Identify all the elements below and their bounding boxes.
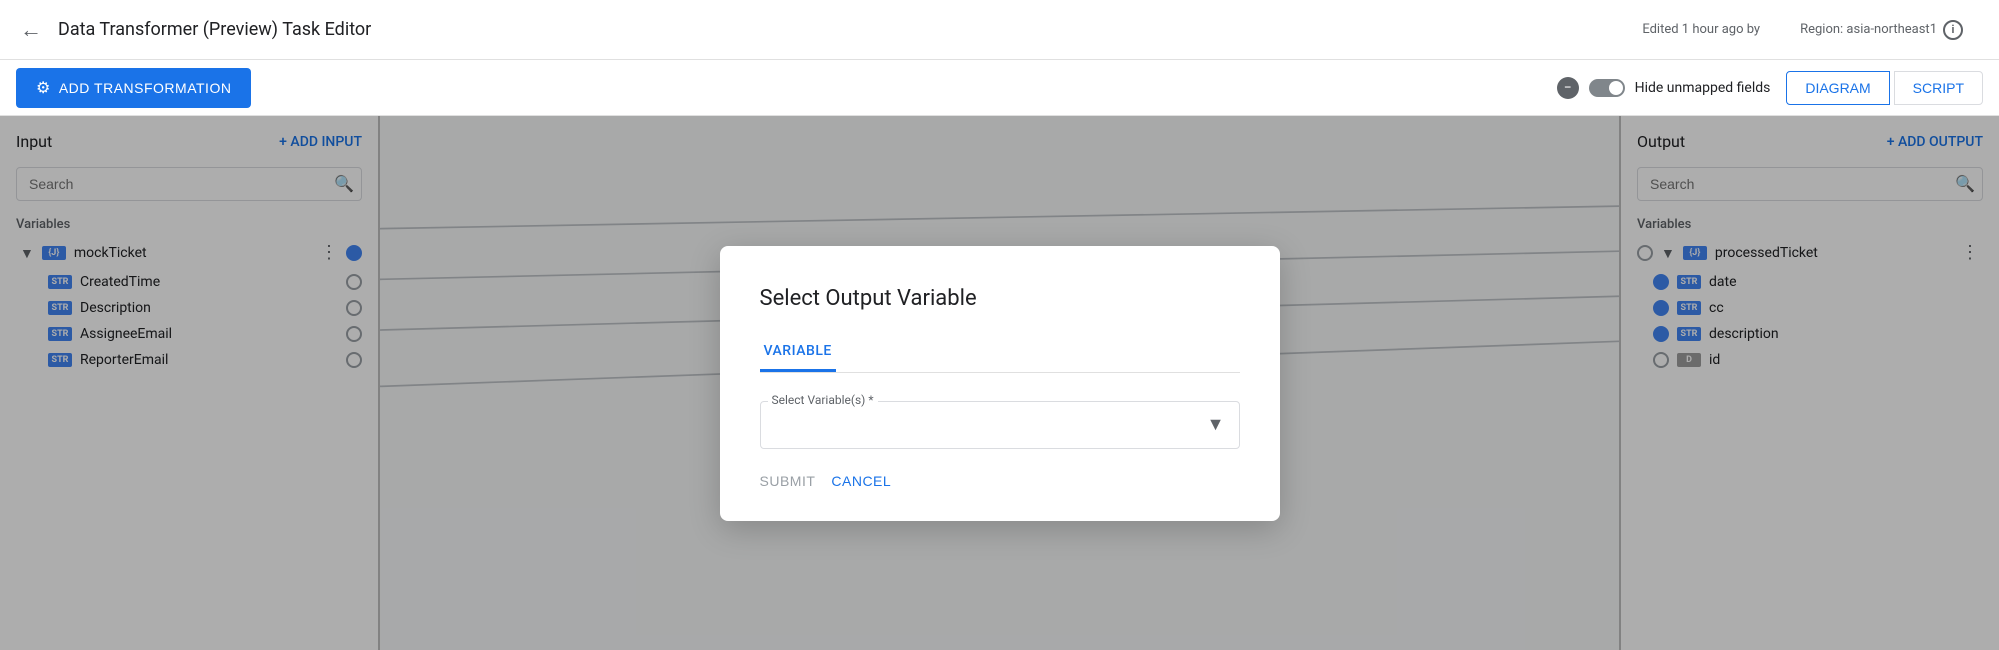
toolbar-right: − Hide unmapped fields DIAGRAM SCRIPT [1557, 71, 1983, 105]
edited-info: Edited 1 hour ago by [1642, 22, 1760, 37]
top-bar: ← Data Transformer (Preview) Task Editor… [0, 0, 1999, 60]
select-variable-dropdown[interactable]: ▼ [760, 401, 1240, 449]
back-button[interactable]: ← [20, 17, 42, 43]
main-content: Input + ADD INPUT 🔍 Variables ▼ {J} mock… [0, 116, 1999, 650]
cancel-button[interactable]: CANCEL [831, 473, 891, 489]
select-variable-form-group: Select Variable(s) * ▼ [760, 401, 1240, 449]
chevron-down-icon: ▼ [1207, 414, 1225, 435]
script-view-button[interactable]: SCRIPT [1894, 71, 1983, 105]
add-transformation-button[interactable]: ⚙ ADD TRANSFORMATION [16, 68, 251, 108]
region-info: Region: asia-northeast1 i [1800, 20, 1963, 40]
submit-button[interactable]: SUBMIT [760, 473, 816, 489]
select-variable-label: Select Variable(s) * [768, 393, 878, 407]
hide-unmapped-label: Hide unmapped fields [1635, 80, 1771, 96]
hide-unmapped-toggle[interactable] [1589, 79, 1625, 97]
info-icon[interactable]: i [1943, 20, 1963, 40]
hide-unmapped-toggle-container: − Hide unmapped fields [1557, 77, 1771, 99]
diagram-view-button[interactable]: DIAGRAM [1786, 71, 1889, 105]
modal-title: Select Output Variable [760, 286, 1240, 311]
page-title: Data Transformer (Preview) Task Editor [58, 19, 1642, 40]
gear-icon: ⚙ [36, 78, 51, 98]
modal-actions: SUBMIT CANCEL [760, 473, 1240, 489]
toggle-thumb [1609, 81, 1623, 95]
view-toggle-group: DIAGRAM SCRIPT [1786, 71, 1983, 105]
modal-tab-variable[interactable]: VARIABLE [760, 335, 836, 372]
toggle-minus-icon[interactable]: − [1557, 77, 1579, 99]
toolbar: ⚙ ADD TRANSFORMATION − Hide unmapped fie… [0, 60, 1999, 116]
select-output-variable-modal: Select Output Variable VARIABLE Select V… [720, 246, 1280, 521]
modal-tabs: VARIABLE [760, 335, 1240, 373]
modal-overlay: Select Output Variable VARIABLE Select V… [0, 116, 1999, 650]
